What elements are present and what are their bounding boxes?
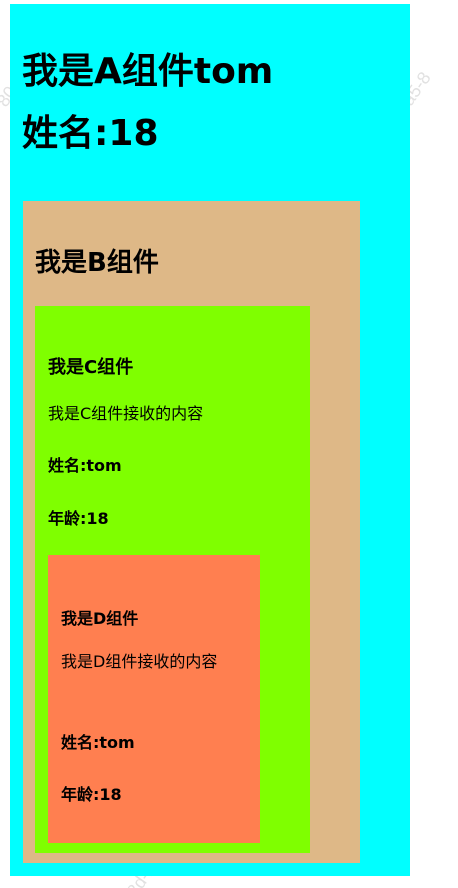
component-d-title: 我是D组件 bbox=[61, 609, 139, 628]
component-d: 我是D组件 我是D组件接收的内容 姓名:tom 年龄:18 bbox=[48, 555, 260, 843]
component-b: 我是B组件 我是C组件 我是C组件接收的内容 姓名:tom 年龄:18 我是D组… bbox=[23, 201, 360, 863]
component-a-title: 我是A组件tom bbox=[22, 51, 274, 92]
component-c-name: 姓名:tom bbox=[48, 456, 122, 475]
component-c-received-text: 我是C组件接收的内容 bbox=[48, 404, 204, 423]
component-a: 我是A组件tom 姓名:18 我是B组件 我是C组件 我是C组件接收的内容 姓名… bbox=[10, 4, 410, 876]
component-a-name-line: 姓名:18 bbox=[22, 113, 159, 154]
component-c: 我是C组件 我是C组件接收的内容 姓名:tom 年龄:18 我是D组件 我是D组… bbox=[35, 306, 310, 853]
component-d-name: 姓名:tom bbox=[61, 733, 135, 752]
component-c-age: 年龄:18 bbox=[48, 509, 109, 528]
component-c-title: 我是C组件 bbox=[48, 357, 134, 378]
component-d-age: 年龄:18 bbox=[61, 785, 122, 804]
component-d-received-text: 我是D组件接收的内容 bbox=[61, 652, 218, 671]
component-b-title: 我是B组件 bbox=[35, 248, 159, 278]
